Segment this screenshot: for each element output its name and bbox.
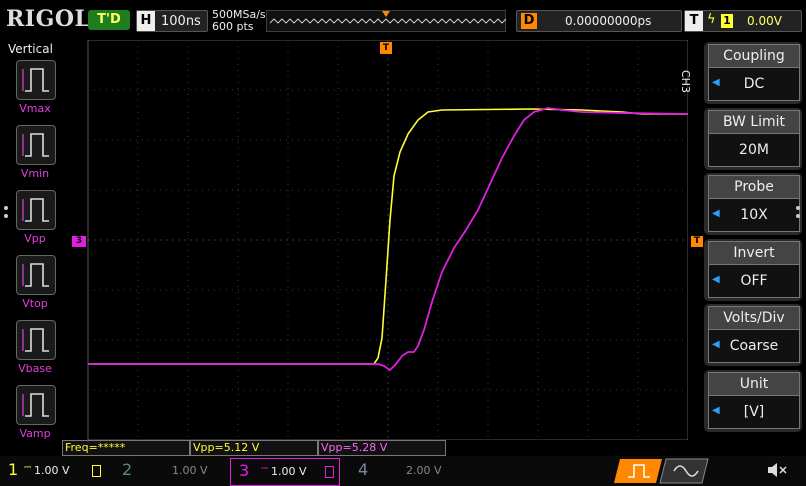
measure-label: Vamp	[19, 427, 51, 440]
ch1-status[interactable]: 1 ⎓ 1.00 V	[4, 458, 114, 484]
trigger-box[interactable]: T ϟ 1 0.00V	[684, 10, 802, 32]
ch4-number: 4	[358, 460, 369, 479]
menu-item-label: BW Limit	[708, 109, 800, 133]
dc-coupling-icon: ⎓	[24, 463, 32, 473]
scroll-dot	[4, 214, 8, 218]
ch2-number: 2	[122, 460, 133, 479]
ch3-status[interactable]: 3 ⎓ 1.00 V	[230, 458, 340, 486]
ch3-number: 3	[239, 461, 250, 480]
menu-item-label: Volts/Div	[708, 306, 800, 329]
pulse-waveform-icon	[22, 198, 49, 222]
menu-select-arrow-icon: ◀	[712, 404, 720, 416]
timebase-value: 100ns	[161, 14, 201, 29]
waveform-overview[interactable]	[266, 10, 506, 32]
ch1-number: 1	[8, 460, 19, 479]
speaker-muted-icon[interactable]	[766, 460, 788, 480]
delay-key: D	[521, 13, 537, 29]
ch2-scale: 1.00 V	[172, 464, 208, 477]
pulse-waveform-icon	[22, 133, 49, 157]
timebase-box[interactable]: H 100ns	[136, 10, 208, 32]
pulse-waveform-icon	[22, 263, 49, 287]
measure-panel-title: Vertical	[8, 42, 53, 56]
trigger-position-marker[interactable]: T	[380, 42, 392, 54]
memory-depth: 600 pts	[212, 20, 254, 33]
scroll-dot	[796, 206, 800, 210]
ch4-scale: 2.00 V	[406, 464, 442, 477]
waveform-display[interactable]	[62, 40, 688, 440]
menu-select-arrow-icon: ◀	[712, 77, 720, 88]
measure-vbase-button[interactable]	[16, 320, 56, 360]
measure-vmin-button[interactable]	[16, 125, 56, 165]
menu-item-value[interactable]: 20M	[708, 132, 800, 167]
pulse-waveform-icon	[22, 393, 49, 417]
ch4-status[interactable]: 4 2.00 V	[344, 458, 460, 484]
measure-label: Vmax	[19, 102, 51, 115]
ch1-probe-icon	[92, 465, 101, 477]
measure-vtop-button[interactable]	[16, 255, 56, 295]
trigger-key: T	[685, 11, 703, 31]
menu-select-arrow-icon: ◀	[712, 273, 720, 285]
timebase-key: H	[137, 11, 155, 31]
scroll-dot	[4, 206, 8, 210]
menu-item-label: Invert	[708, 240, 800, 264]
menu-item-label: Coupling	[708, 44, 800, 67]
run-status-badge[interactable]: T'D	[88, 10, 130, 30]
measure-label: Vtop	[22, 297, 48, 310]
measure-vpp-button[interactable]	[16, 190, 56, 230]
vpp-ch1-measurement: Vpp=5.12 V	[190, 440, 318, 456]
menu-item-value[interactable]: DC	[708, 67, 800, 101]
menu-item-value[interactable]: [V]	[708, 394, 800, 429]
vpp-ch3-measurement: Vpp=5.28 V	[318, 440, 446, 456]
menu-channel-label: CH3	[679, 70, 692, 93]
menu-item-value[interactable]: Coarse	[708, 329, 800, 363]
menu-select-arrow-icon: ◀	[712, 339, 720, 350]
dc-coupling-icon: ⎓	[261, 464, 269, 474]
menu-item-label: Probe	[708, 175, 800, 198]
ch3-scale: 1.00 V	[271, 465, 307, 478]
delay-box[interactable]: D 0.00000000ps	[516, 10, 682, 32]
measure-vamp-button[interactable]	[16, 385, 56, 425]
measure-label: Vbase	[18, 362, 52, 375]
brand-logo: RIGOL	[6, 6, 91, 32]
math-channel-buttons[interactable]	[612, 457, 712, 485]
trigger-level: 0.00V	[747, 14, 782, 28]
measure-vmax-button[interactable]	[16, 60, 56, 100]
menu-item-label: Unit	[708, 371, 800, 395]
delay-value: 0.00000000ps	[565, 14, 652, 28]
menu-item-value[interactable]: 10X	[708, 198, 800, 232]
pulse-waveform-icon	[22, 68, 49, 92]
trigger-level-marker[interactable]: T	[691, 236, 703, 247]
freq-measurement: Freq=*****	[62, 440, 190, 456]
menu-item-value[interactable]: OFF	[708, 263, 800, 298]
pulse-waveform-icon	[22, 328, 49, 352]
ch1-scale: 1.00 V	[34, 464, 70, 477]
menu-select-arrow-icon: ◀	[712, 208, 720, 219]
ch2-status[interactable]: 2 1.00 V	[118, 458, 226, 484]
ch3-offset-marker[interactable]: 3	[72, 236, 86, 247]
ch3-probe-icon	[325, 466, 334, 478]
measure-label: Vpp	[24, 232, 46, 245]
measure-label: Vmin	[20, 167, 50, 180]
rising-edge-icon: ϟ	[707, 12, 716, 27]
scroll-dot	[796, 214, 800, 218]
trigger-source: 1	[721, 14, 733, 28]
